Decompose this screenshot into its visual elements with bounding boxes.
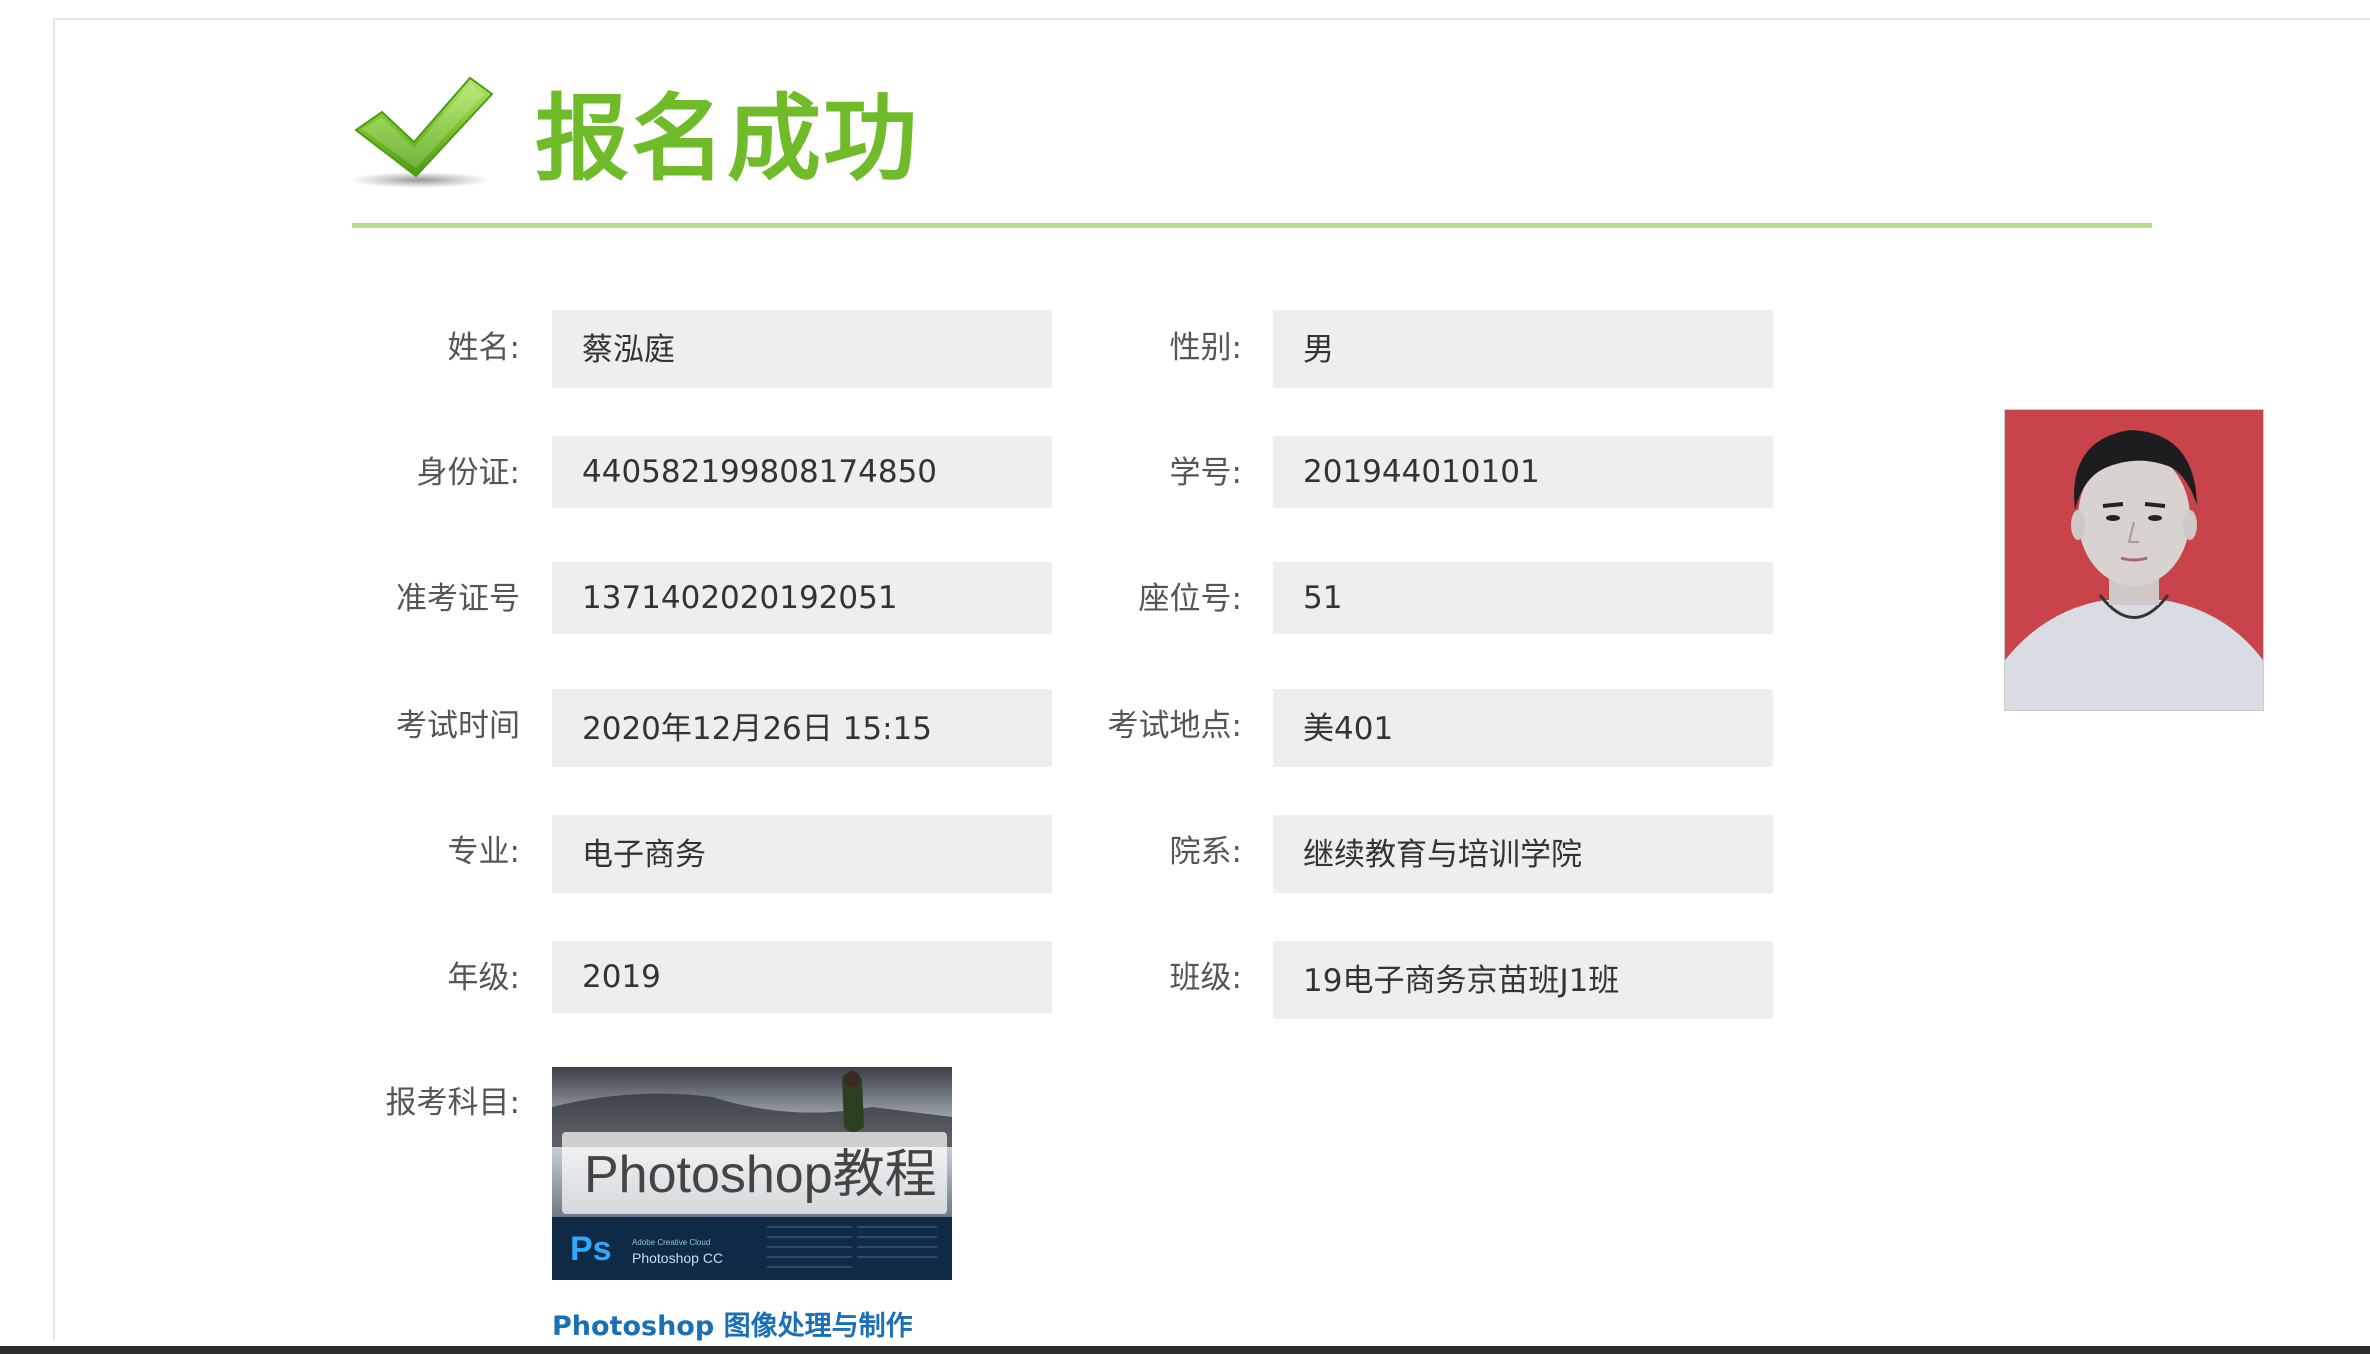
student-no-value: 201944010101 bbox=[1303, 454, 1540, 490]
major-label: 专业: bbox=[447, 834, 520, 870]
name-field: 蔡泓庭 bbox=[552, 310, 1052, 388]
grade-value: 2019 bbox=[582, 959, 661, 995]
subject-label: 报考科目: bbox=[385, 1085, 520, 1121]
class-value: 19电子商务京苗班J1班 bbox=[1303, 963, 1620, 999]
course-image-badge: Ps bbox=[570, 1230, 612, 1268]
course-name-link[interactable]: Photoshop 图像处理与制作 bbox=[552, 1310, 913, 1344]
ticket-value: 1371402020192051 bbox=[582, 580, 898, 616]
seat-value: 51 bbox=[1303, 580, 1343, 616]
grade-label: 年级: bbox=[447, 960, 520, 996]
major-value: 电子商务 bbox=[582, 837, 706, 873]
ticket-field: 1371402020192051 bbox=[552, 562, 1052, 634]
name-value: 蔡泓庭 bbox=[582, 332, 675, 368]
dept-value: 继续教育与培训学院 bbox=[1303, 837, 1582, 873]
checkmark-icon bbox=[350, 72, 497, 192]
id-label: 身份证: bbox=[416, 455, 520, 491]
class-field: 19电子商务京苗班J1班 bbox=[1273, 941, 1773, 1019]
place-value: 美401 bbox=[1303, 711, 1394, 747]
place-field: 美401 bbox=[1273, 689, 1773, 767]
dept-label: 院系: bbox=[1169, 834, 1242, 870]
time-field: 2020年12月26日 15:15 bbox=[552, 689, 1052, 767]
name-label: 姓名: bbox=[447, 330, 520, 366]
ticket-label: 准考证号 bbox=[396, 581, 520, 617]
time-label: 考试时间 bbox=[396, 708, 520, 744]
time-value: 2020年12月26日 15:15 bbox=[582, 711, 932, 747]
bottom-edge bbox=[0, 1346, 2370, 1354]
seat-label: 座位号: bbox=[1138, 581, 1242, 617]
course-thumbnail[interactable]: Photoshop教程 Ps Adobe Creative Cloud Phot… bbox=[552, 1067, 952, 1280]
class-label: 班级: bbox=[1169, 960, 1242, 996]
seat-field: 51 bbox=[1273, 562, 1773, 634]
student-no-field: 201944010101 bbox=[1273, 436, 1773, 508]
gender-value: 男 bbox=[1303, 332, 1334, 368]
major-field: 电子商务 bbox=[552, 815, 1052, 893]
dept-field: 继续教育与培训学院 bbox=[1273, 815, 1773, 893]
course-image-sub: Photoshop CC bbox=[632, 1250, 723, 1266]
id-value: 440582199808174850 bbox=[582, 454, 938, 490]
student-photo bbox=[2004, 409, 2264, 711]
grade-field: 2019 bbox=[552, 941, 1052, 1013]
course-image-title: Photoshop教程 bbox=[584, 1146, 937, 1204]
gender-field: 男 bbox=[1273, 310, 1773, 388]
gender-label: 性别: bbox=[1169, 330, 1242, 366]
course-image-brand: Adobe Creative Cloud bbox=[632, 1238, 710, 1247]
student-no-label: 学号: bbox=[1169, 455, 1242, 491]
title-divider bbox=[352, 223, 2152, 228]
page-title: 报名成功 bbox=[535, 85, 920, 194]
id-field: 440582199808174850 bbox=[552, 436, 1052, 508]
place-label: 考试地点: bbox=[1107, 708, 1242, 744]
